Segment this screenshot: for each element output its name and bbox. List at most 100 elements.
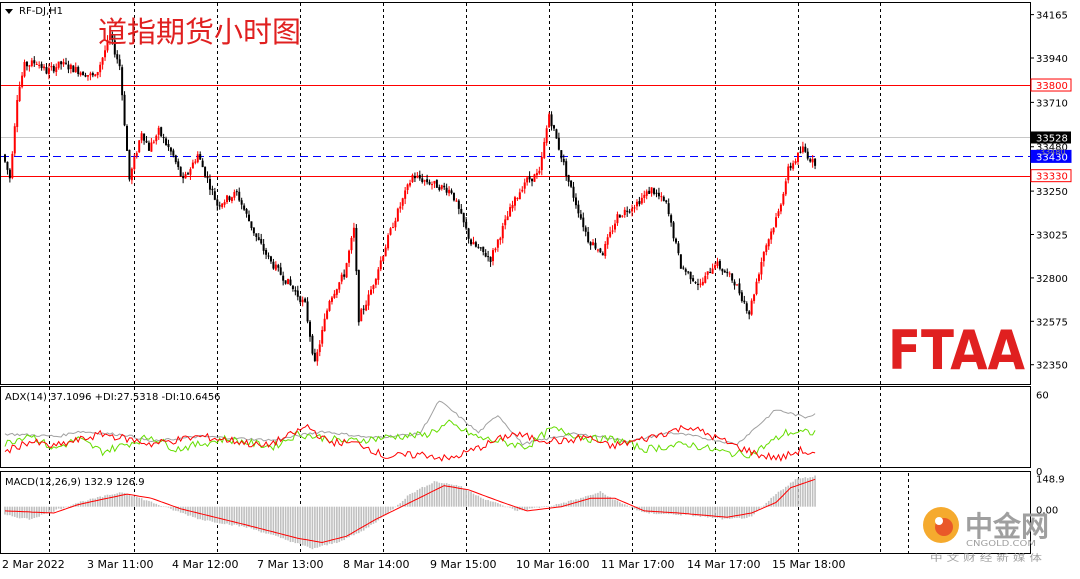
candle [555,128,558,139]
candle-body [299,296,302,303]
candle-body [345,263,348,278]
macd-hist-bar [738,506,741,518]
macd-hist-bar [31,506,33,519]
macd-hist-bar [543,506,546,507]
macd-hist-bar [475,495,477,507]
macd-label: MACD(12,26,9) 132.9 126.9 [5,477,145,488]
candle-body [531,178,534,182]
candle-body [582,217,585,228]
macd-hist-bar [489,501,492,507]
macd-hist-bar [470,491,472,507]
macd-hist-bar [326,506,328,546]
candle-body [431,184,433,186]
candle [545,125,548,146]
candle-body [172,150,175,156]
candle-body [223,202,226,205]
candle-body [406,184,409,191]
candle-body [16,100,19,127]
macd-hist-bar [448,484,450,507]
candle-body [626,210,629,212]
candle-body [216,199,219,206]
candle-body [248,214,250,222]
candle-body [465,221,468,229]
candle-body [196,154,199,163]
candle-body [179,166,182,177]
candle-body [455,200,458,202]
macd-hist-bar [104,495,106,507]
macd-hist-bar [799,478,802,507]
macd-hist-bar [350,506,353,536]
macd-hist-bar [118,492,121,507]
candle-body [782,193,785,205]
candle-body [804,146,807,152]
macd-hist-bar [318,506,321,547]
macd-hist-bar [667,506,670,515]
macd-hist-bar [597,492,599,507]
candle-body [128,149,131,180]
macd-hist-bar [340,506,343,541]
macd-hist-bar [84,501,87,507]
candle-body [79,72,82,76]
candle-body [679,254,682,269]
candle-body [797,152,799,162]
macd-hist-bar [53,506,55,512]
macd-hist-bar [106,494,109,507]
candle-body [187,173,189,175]
candle-body [506,216,509,221]
macd-hist-bar [255,506,258,530]
candle-body [435,179,438,188]
candle [360,307,363,322]
macd-hist-bar [206,506,209,521]
macd-hist-bar [16,506,18,518]
candle-body [655,192,658,194]
macd-hist-bar [172,506,175,511]
macd-hist-bar [782,489,785,507]
macd-hist-bar [802,478,804,507]
price-tick-label: 33025 [1036,231,1068,242]
macd-hist-bar [582,497,585,507]
time-tick-label: 3 Mar 11:00 [87,558,153,571]
macd-hist-bar [555,503,558,507]
candle-body [133,157,136,170]
candle-body [77,67,80,75]
candle-body [416,175,419,178]
candle-body [265,249,268,255]
candle-body [23,61,26,77]
candle-body [599,248,602,253]
candle-body [704,275,707,283]
candle-body [96,72,99,76]
macd-hist-bar [87,500,89,507]
macd-hist-bar [611,499,614,507]
candle-body [21,75,24,87]
macd-hist-bar [599,491,602,507]
candle-body [287,278,290,285]
macd-hist-bar [389,506,392,511]
macd-hist-bar [619,502,621,507]
candle-body [570,180,573,187]
macd-hist-bar [460,486,463,507]
macd-hist-bar [465,489,467,507]
candle-body [467,228,470,239]
price-tick-label: 32800 [1036,274,1068,285]
macd-hist-bar [250,506,253,529]
macd-hist-bar [677,506,680,515]
candle-body [201,160,204,168]
macd-hist-bar [792,481,794,507]
candle-body [667,203,670,215]
macd-hist-bar [814,475,816,507]
macd-hist-bar [811,477,814,507]
macd-hist-bar [375,506,377,523]
candle-body [643,194,646,198]
macd-hist-bar [580,497,582,507]
candle-body [28,65,31,67]
macd-hist-bar [741,506,743,519]
candle-body [162,137,165,139]
candle-body [760,261,763,275]
chart-window: 34165 33940 33710 33480 33250 33025 32800 32575… [0,0,1080,575]
macd-hist-bar [499,504,502,507]
macd-hist-bar [331,506,333,545]
candle-body [428,181,431,185]
candle [435,179,438,188]
macd-hist-bar [116,493,119,507]
macd-hist-bar [155,503,158,507]
